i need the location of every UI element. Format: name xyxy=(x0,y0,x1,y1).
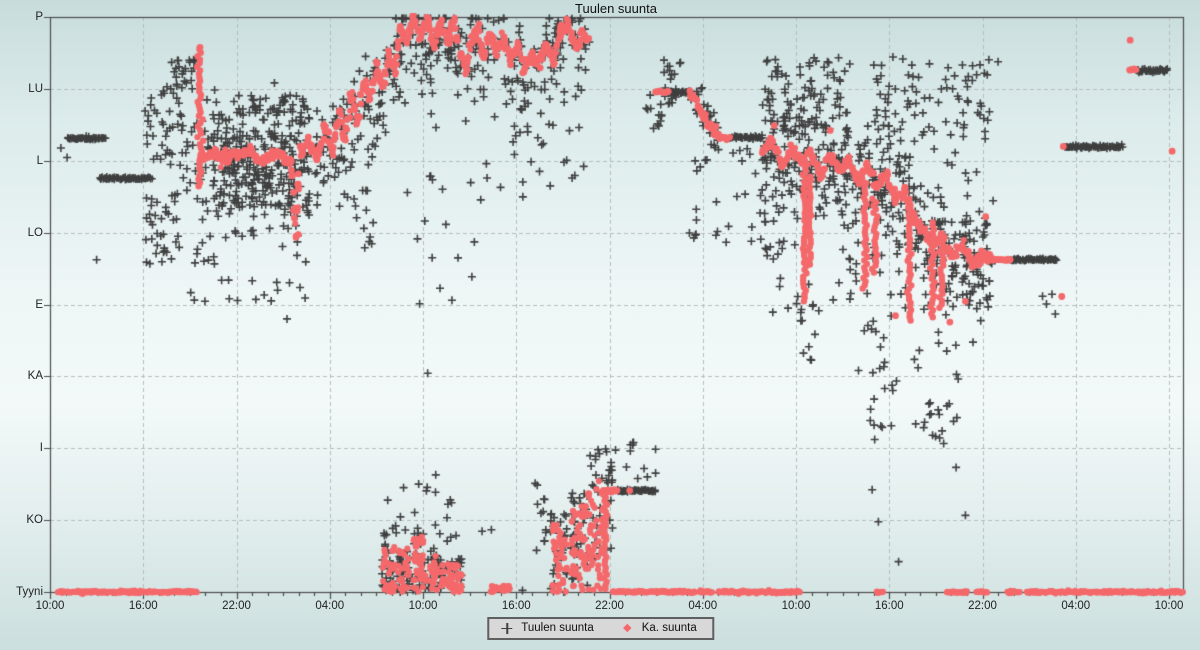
chart-title: Tuulen suunta xyxy=(575,1,657,16)
chart-canvas xyxy=(0,0,1200,650)
x-tick-label: 04:00 xyxy=(1061,600,1090,612)
y-tick-label: LU xyxy=(3,83,43,95)
diamond-marker-icon xyxy=(622,623,633,634)
x-tick-label: 22:00 xyxy=(595,600,624,612)
y-tick-label: E xyxy=(3,299,43,311)
x-tick-label: 22:00 xyxy=(222,600,251,612)
x-tick-label: 16:00 xyxy=(875,600,904,612)
plus-marker-icon xyxy=(501,623,512,634)
y-tick-label: KO xyxy=(3,514,43,526)
y-tick-label: L xyxy=(3,155,43,167)
y-tick-label: Tyyni xyxy=(3,586,43,598)
legend-label: Ka. suunta xyxy=(642,622,697,634)
x-tick-label: 04:00 xyxy=(688,600,717,612)
legend-item-wind-direction: Tuulen suunta xyxy=(501,622,593,634)
x-tick-label: 10:00 xyxy=(782,600,811,612)
y-tick-label: I xyxy=(3,442,43,454)
legend-item-avg-direction: Ka. suunta xyxy=(622,622,697,634)
legend-label: Tuulen suunta xyxy=(521,622,593,634)
x-tick-label: 10:00 xyxy=(409,600,438,612)
x-tick-label: 10:00 xyxy=(1155,600,1184,612)
y-tick-label: LO xyxy=(3,227,43,239)
x-tick-label: 16:00 xyxy=(502,600,531,612)
x-tick-label: 04:00 xyxy=(315,600,344,612)
x-tick-label: 22:00 xyxy=(968,600,997,612)
legend: Tuulen suunta Ka. suunta xyxy=(487,617,714,640)
y-tick-label: P xyxy=(3,11,43,23)
x-tick-label: 10:00 xyxy=(36,600,65,612)
x-tick-label: 16:00 xyxy=(129,600,158,612)
wind-direction-chart: Tuulen suunta P LU L LO E KA I KO Tyyni 10:00 16:… xyxy=(0,0,1200,650)
y-tick-label: KA xyxy=(3,370,43,382)
